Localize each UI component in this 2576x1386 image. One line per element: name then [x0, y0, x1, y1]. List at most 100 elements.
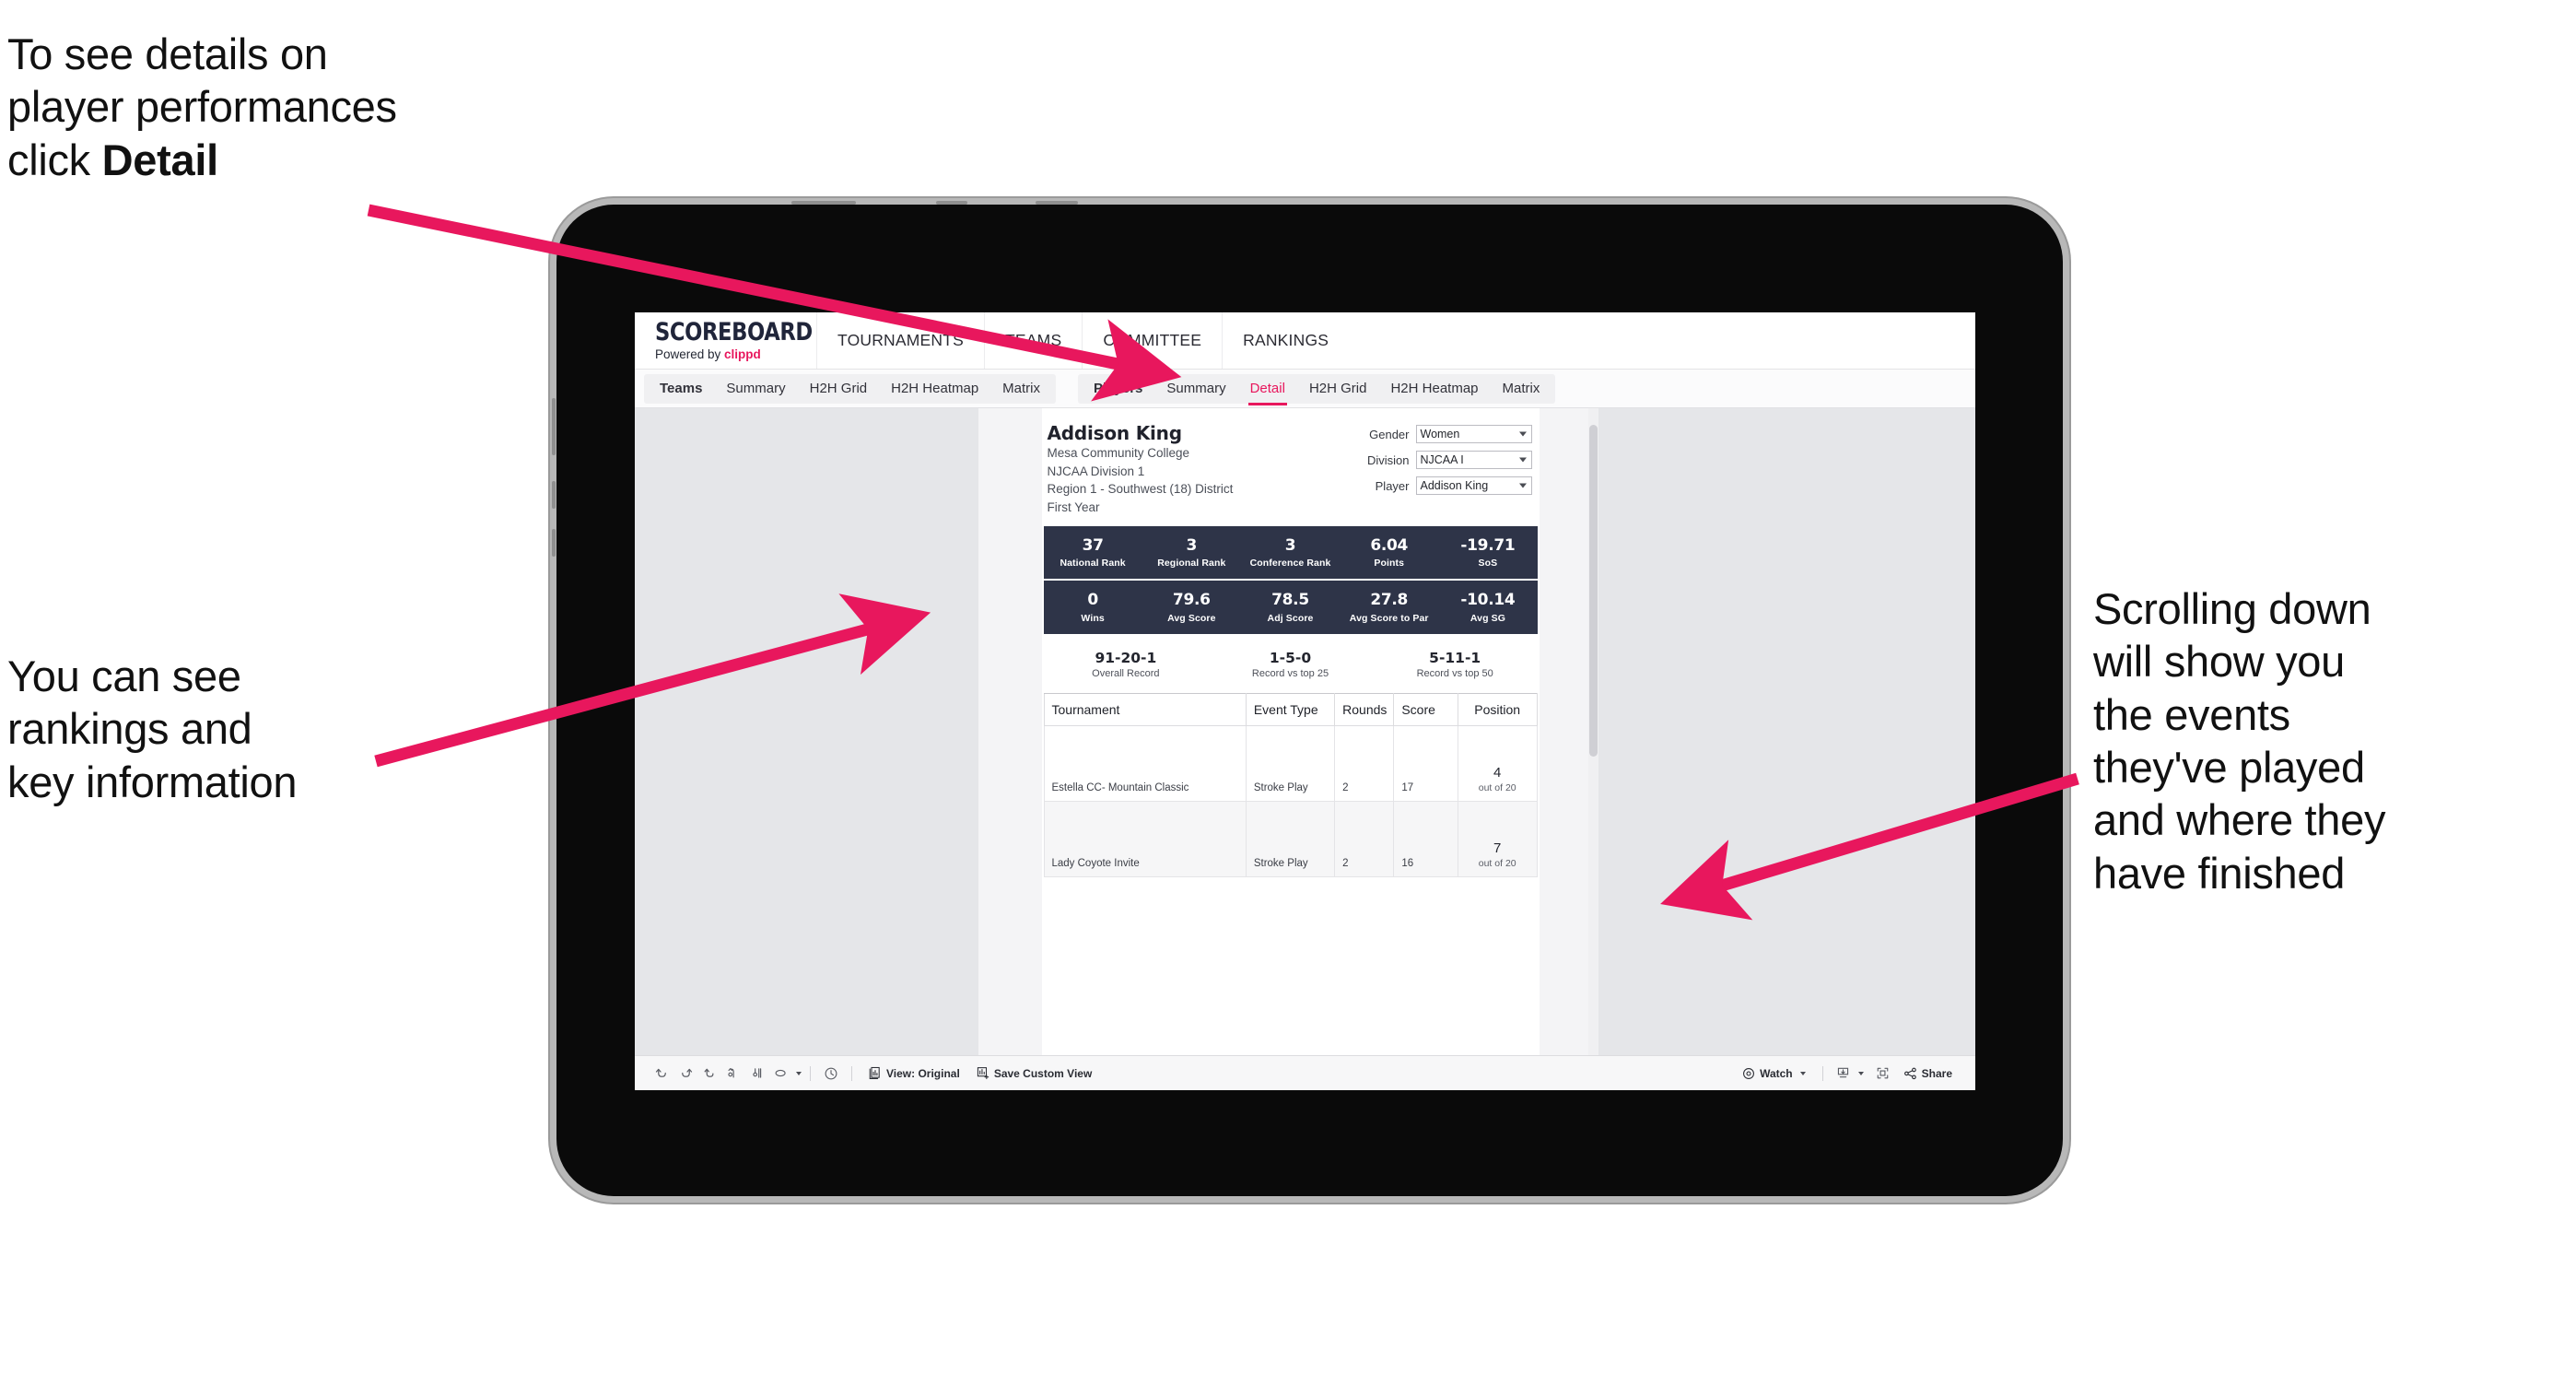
- pause-updates-icon[interactable]: [745, 1063, 769, 1085]
- table-header-event-type[interactable]: Event Type: [1245, 693, 1336, 727]
- tab-players-h2h-grid[interactable]: H2H Grid: [1297, 374, 1379, 404]
- tab-players-summary[interactable]: Summary: [1154, 374, 1237, 404]
- table-header-tournament[interactable]: Tournament: [1043, 693, 1247, 727]
- filter-select-player[interactable]: Addison King: [1415, 476, 1532, 495]
- cell-tournament: Estella CC- Mountain Classic: [1043, 725, 1247, 803]
- stat-label: Avg SG: [1469, 612, 1505, 624]
- stat-label: Conference Rank: [1249, 558, 1331, 570]
- stats-band-secondary: 0 Wins 79.6 Avg Score 78.5 Adj Score 27.8 Avg S…: [1043, 581, 1538, 634]
- annotation-rankings-info: You can see rankings and key information: [7, 652, 298, 806]
- clock-history-icon[interactable]: [819, 1063, 843, 1085]
- tab-players-detail[interactable]: Detail: [1238, 374, 1297, 405]
- sheet-scrollbar-track[interactable]: [1587, 408, 1598, 1055]
- filter-row-division: Division NJCAA I: [1343, 451, 1532, 469]
- tab-players-matrix[interactable]: Matrix: [1491, 374, 1552, 404]
- sheet-scrollbar-thumb[interactable]: [1588, 425, 1598, 757]
- position-out-of: out of 20: [1478, 782, 1516, 794]
- nav-item-label: TOURNAMENTS: [837, 331, 965, 349]
- tab-players-h2h-heatmap[interactable]: H2H Heatmap: [1378, 374, 1490, 404]
- tab-group-players: Players Summary Detail H2H Grid H2H Heatmap M…: [1078, 373, 1556, 405]
- filter-panel: Gender Women Division NJCAA I Player Addison …: [1343, 425, 1532, 502]
- stat-value: 6.04: [1370, 535, 1409, 555]
- nav-item-label: TEAMS: [1005, 331, 1062, 349]
- stat-value: 0: [1087, 591, 1098, 610]
- bezel-button: [552, 529, 556, 557]
- stat-avg-sg: -10.14 Avg SG: [1438, 591, 1537, 624]
- stats-band-primary: 37 National Rank 3 Regional Rank 3 Conference…: [1043, 525, 1538, 581]
- toolbar-divider: [851, 1065, 852, 1081]
- refresh-data-icon[interactable]: [721, 1063, 745, 1085]
- download-dropdown-caret[interactable]: [1857, 1071, 1864, 1075]
- watch-button[interactable]: Watch: [1734, 1063, 1814, 1085]
- nav-item-tournaments[interactable]: TOURNAMENTS: [816, 312, 984, 369]
- filter-select-division[interactable]: NJCAA I: [1415, 451, 1532, 469]
- stat-regional-rank: 3 Regional Rank: [1142, 536, 1241, 569]
- stat-conference-rank: 3 Conference Rank: [1241, 536, 1340, 570]
- record-record-vs-top-25: 1-5-0 Record vs top 25: [1208, 650, 1373, 680]
- view-original-label: View: Original: [886, 1066, 960, 1080]
- watch-label: Watch: [1760, 1066, 1793, 1080]
- stat-label: Avg Score to Par: [1349, 612, 1429, 624]
- revert-icon[interactable]: [697, 1063, 721, 1085]
- fullscreen-icon[interactable]: [1871, 1063, 1895, 1085]
- filter-row-player: Player Addison King: [1343, 476, 1532, 495]
- tab-teams-h2h-grid[interactable]: H2H Grid: [798, 374, 880, 404]
- highlight-icon[interactable]: [769, 1063, 793, 1085]
- nav-item-teams[interactable]: TEAMS: [984, 312, 1082, 369]
- table-body: Estella CC- Mountain Classic Stroke Play 2…: [1043, 725, 1538, 878]
- tab-teams-h2h-heatmap[interactable]: H2H Heatmap: [879, 374, 990, 404]
- cell-rounds: 2: [1334, 801, 1395, 878]
- tab-group-label-players: Players: [1094, 380, 1143, 396]
- cell-position: 7 out of 20: [1457, 801, 1538, 878]
- nav-item-committee[interactable]: COMMITTEE: [1082, 312, 1222, 369]
- filter-label-division: Division: [1366, 452, 1410, 467]
- cell-position: 4 out of 20: [1457, 725, 1538, 803]
- share-button[interactable]: Share: [1895, 1063, 1961, 1085]
- bezel-button: [552, 481, 556, 509]
- dashboard-sheet: Addison King Mesa Community College NJCA…: [978, 408, 1598, 1055]
- table-header-score[interactable]: Score: [1393, 693, 1458, 727]
- table-header-rounds[interactable]: Rounds: [1334, 693, 1395, 727]
- stat-label: National Rank: [1060, 558, 1126, 570]
- table-row[interactable]: Estella CC- Mountain Classic Stroke Play 2…: [1043, 725, 1538, 803]
- stat-value: -19.71: [1460, 535, 1516, 555]
- undo-icon[interactable]: [650, 1063, 673, 1085]
- scoreboard-logo[interactable]: SCOREBOARD Powered by clippd: [635, 312, 816, 369]
- filter-value-division: NJCAA I: [1420, 453, 1464, 466]
- filter-value-player: Addison King: [1420, 479, 1489, 492]
- toolbar-divider: [1821, 1065, 1823, 1081]
- tab-teams-matrix[interactable]: Matrix: [990, 374, 1052, 404]
- stat-label: SoS: [1478, 558, 1498, 570]
- save-view-icon: [977, 1067, 989, 1080]
- stat-points: 6.04 Points: [1340, 535, 1438, 569]
- view-original-button[interactable]: View: Original: [861, 1063, 968, 1085]
- stat-avg-score: 79.6 Avg Score: [1142, 591, 1241, 623]
- table-header-position[interactable]: Position: [1457, 693, 1538, 727]
- logo-subtitle: Powered by clippd: [655, 348, 816, 361]
- tab-teams-summary[interactable]: Summary: [714, 374, 797, 404]
- logo-brand-clippd: clippd: [724, 347, 761, 362]
- save-custom-view-label: Save Custom View: [993, 1066, 1093, 1080]
- filter-row-gender: Gender Women: [1343, 425, 1532, 443]
- record-value: 5-11-1: [1429, 649, 1481, 666]
- record-overall-record: 91-20-1 Overall Record: [1044, 650, 1209, 680]
- stat-adj-score: 78.5 Adj Score: [1241, 591, 1340, 623]
- redo-icon[interactable]: [673, 1063, 697, 1085]
- cell-rounds: 2: [1334, 725, 1395, 803]
- nav-item-rankings[interactable]: RANKINGS: [1222, 312, 1349, 369]
- highlight-dropdown-caret[interactable]: [796, 1071, 802, 1075]
- filter-select-gender[interactable]: Women: [1415, 425, 1532, 443]
- logo-title: SCOREBOARD: [655, 318, 813, 347]
- filter-label-player: Player: [1375, 478, 1410, 493]
- tablet-device-frame: SCOREBOARD Powered by clippd TOURNAMENTS…: [552, 201, 2063, 1196]
- table-row[interactable]: Lady Coyote Invite Stroke Play 2 16 7 out of …: [1043, 801, 1538, 878]
- stat-avg-score-to-par: 27.8 Avg Score to Par: [1340, 591, 1438, 624]
- record-label: Record vs top 25: [1251, 668, 1329, 680]
- app-header: SCOREBOARD Powered by clippd TOURNAMENTS…: [635, 312, 1975, 370]
- bezel-button: [552, 398, 556, 455]
- download-icon[interactable]: [1832, 1063, 1856, 1085]
- view-icon: [869, 1066, 880, 1079]
- save-custom-view-button[interactable]: Save Custom View: [968, 1063, 1101, 1085]
- watch-dropdown-caret[interactable]: [1799, 1071, 1806, 1075]
- filter-value-gender: Women: [1420, 428, 1460, 440]
